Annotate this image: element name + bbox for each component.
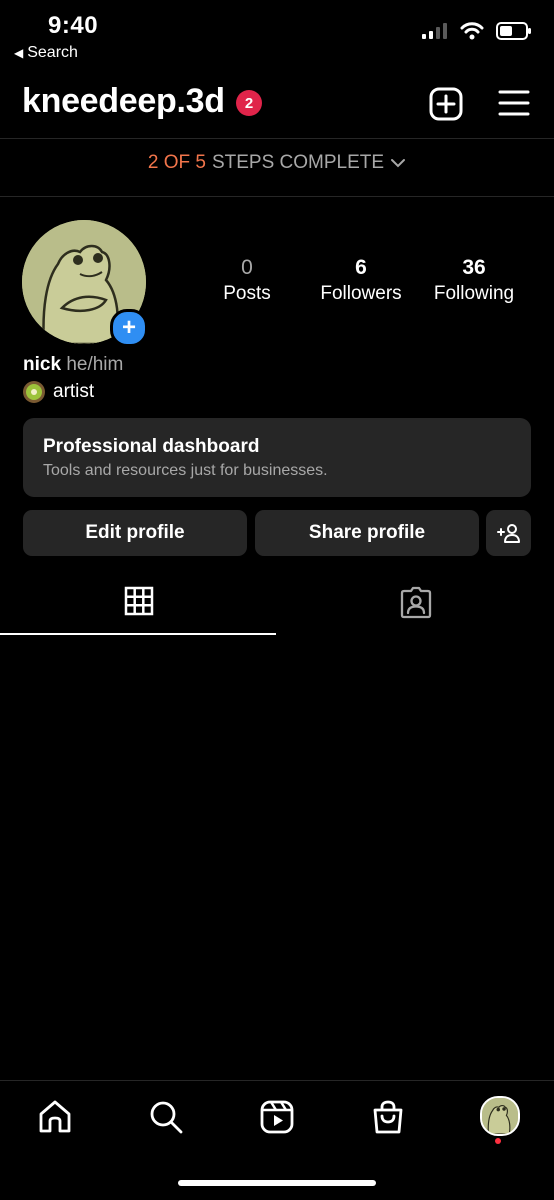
steps-count: 2 OF 5: [147, 152, 206, 173]
nav-profile-avatar[interactable]: [480, 1096, 520, 1136]
edit-profile-button[interactable]: Edit profile: [23, 510, 247, 556]
status-icons: [422, 22, 532, 40]
profile-username[interactable]: kneedeep.3d: [22, 82, 225, 121]
shop-icon: [373, 1100, 403, 1134]
status-time: 9:40: [48, 12, 99, 39]
create-post-icon: [429, 87, 463, 121]
chevron-down-icon: [391, 159, 406, 168]
pronouns: he/him: [66, 354, 124, 375]
add-user-icon: [496, 524, 520, 543]
header-divider: [0, 138, 554, 139]
frog-avatar-icon: [482, 1098, 518, 1134]
tab-tagged[interactable]: [277, 586, 554, 634]
active-tab-indicator: [0, 633, 276, 635]
nav-shop[interactable]: [367, 1096, 409, 1138]
home-icon: [39, 1100, 71, 1133]
nav-reels[interactable]: [256, 1096, 298, 1138]
battery-icon: [496, 22, 531, 40]
plus-icon: +: [121, 314, 136, 341]
following-count: 36: [462, 256, 486, 279]
home-indicator[interactable]: [178, 1180, 376, 1186]
notification-badge[interactable]: 2: [236, 90, 262, 116]
create-post-button[interactable]: [428, 86, 464, 127]
profile-notification-dot: [495, 1138, 501, 1144]
following-label: Following: [433, 283, 515, 304]
grid-icon: [124, 586, 153, 616]
share-profile-button[interactable]: Share profile: [255, 510, 479, 556]
following-stat[interactable]: 36 Following: [424, 256, 524, 305]
reels-icon: [260, 1100, 294, 1134]
steps-progress-banner[interactable]: 2 OF 5 STEPS COMPLETE: [0, 152, 554, 174]
discover-people-button[interactable]: [486, 510, 531, 556]
back-label: Search: [27, 44, 78, 61]
dashboard-title: Professional dashboard: [43, 436, 260, 457]
menu-icon: [498, 90, 530, 116]
profile-bio: artist: [23, 381, 94, 403]
steps-divider: [0, 196, 554, 197]
add-story-button[interactable]: +: [110, 309, 148, 347]
search-icon: [150, 1101, 183, 1134]
followers-stat[interactable]: 6 Followers: [311, 256, 411, 305]
professional-dashboard-card[interactable]: Professional dashboard Tools and resourc…: [23, 418, 531, 497]
display-name: nick: [23, 354, 62, 375]
posts-count: 0: [241, 256, 253, 279]
steps-label: STEPS COMPLETE: [211, 152, 385, 173]
tab-posts-grid[interactable]: [0, 586, 277, 634]
tagged-icon: [400, 586, 431, 619]
bio-text: artist: [53, 381, 95, 402]
nav-home[interactable]: [34, 1096, 76, 1138]
back-to-search-link[interactable]: ◀ Search: [14, 44, 78, 62]
posts-stat: 0 Posts: [217, 256, 277, 305]
kiwi-emoji-icon: [23, 381, 45, 403]
back-triangle-icon: ◀: [14, 46, 24, 60]
menu-button[interactable]: [498, 88, 530, 123]
nav-search[interactable]: [145, 1096, 187, 1138]
bottom-nav-divider: [0, 1080, 554, 1081]
followers-count: 6: [355, 256, 367, 279]
dashboard-subtitle: Tools and resources just for businesses.: [43, 462, 328, 479]
signal-icon: [422, 23, 447, 39]
posts-label: Posts: [223, 283, 271, 304]
profile-name-line: nick he/him: [23, 354, 123, 376]
followers-label: Followers: [320, 283, 402, 304]
wifi-icon: [460, 22, 484, 40]
